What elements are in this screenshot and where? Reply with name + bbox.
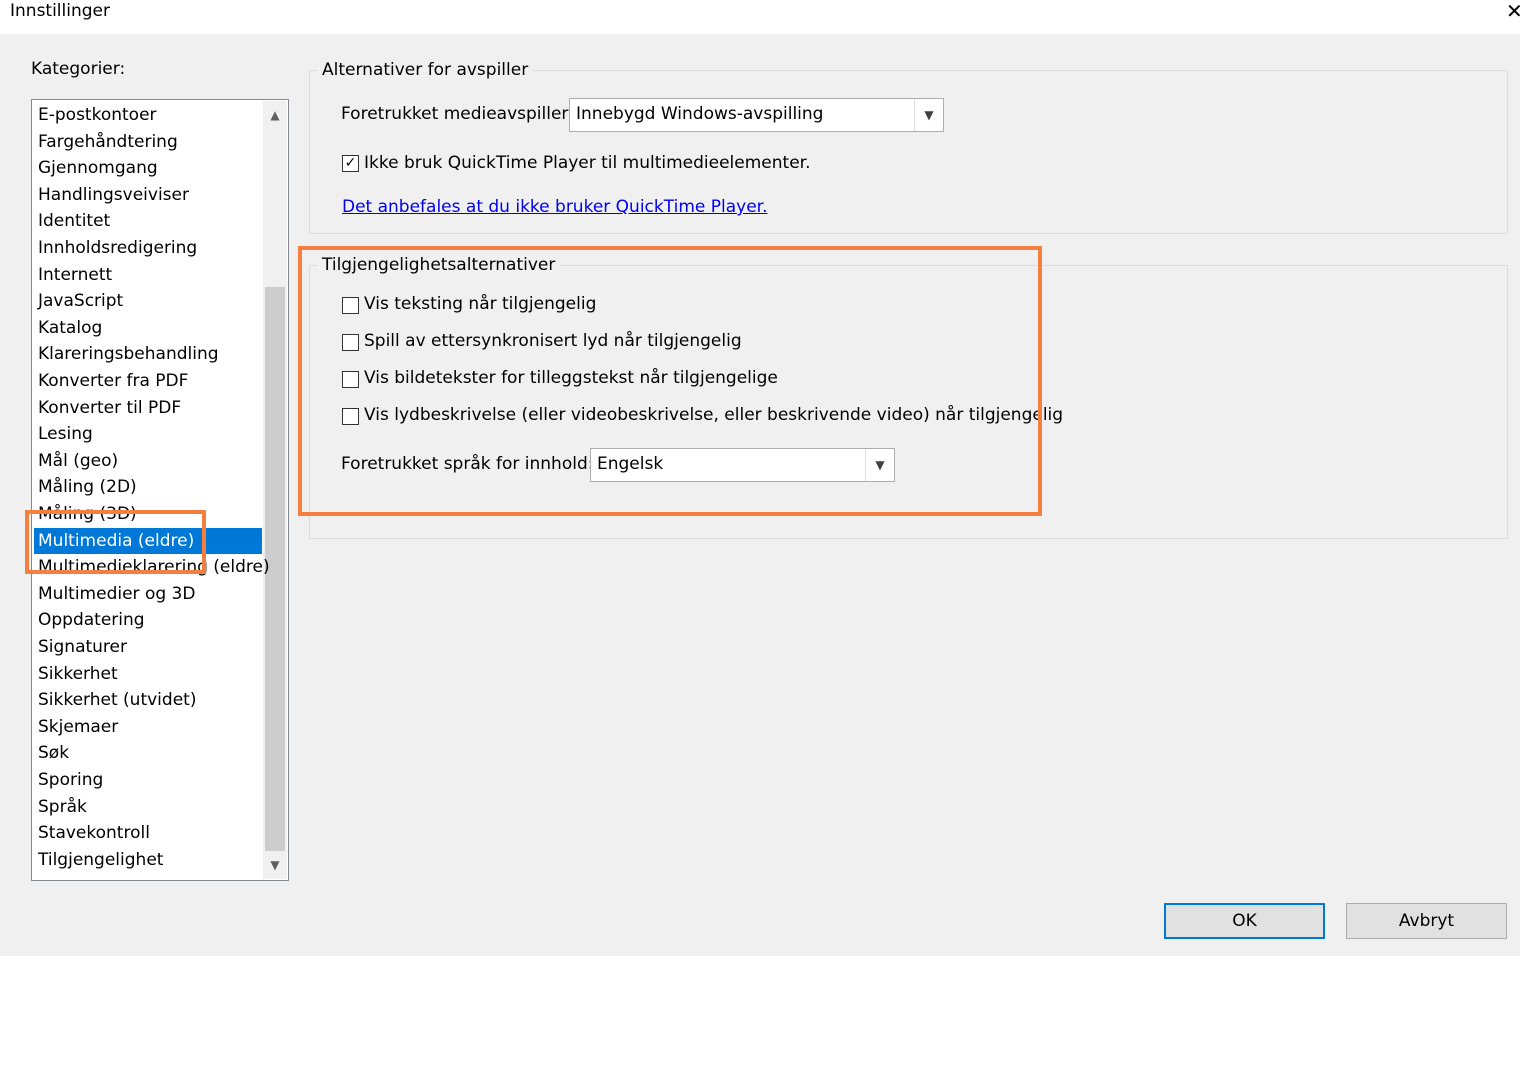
category-item[interactable]: Oppdatering: [34, 607, 262, 633]
category-item[interactable]: Konverter fra PDF: [34, 368, 262, 394]
categories-scrollbar[interactable]: ▲ ▼: [263, 101, 287, 879]
category-item[interactable]: Handlingsveiviser: [34, 182, 262, 208]
accessibility-options-title: Tilgjengelighetsalternativer: [318, 255, 560, 275]
dubbed-audio-label: Spill av ettersynkronisert lyd når tilgj…: [364, 331, 742, 351]
category-item[interactable]: Internett: [34, 262, 262, 288]
chevron-up-icon[interactable]: ▲: [263, 101, 287, 129]
categories-listbox[interactable]: ▲ ▼ E-postkontoer Fargehåndtering Gjennomg…: [31, 99, 289, 881]
category-item[interactable]: JavaScript: [34, 288, 262, 314]
subtitles-checkbox[interactable]: [342, 371, 359, 388]
chevron-down-icon[interactable]: ▼: [914, 99, 943, 131]
categories-label: Kategorier:: [31, 59, 126, 79]
content-language-select[interactable]: Engelsk ▼: [590, 448, 895, 482]
no-quicktime-checkbox[interactable]: ✓: [342, 155, 359, 172]
check-icon: ✓: [344, 155, 357, 171]
content-language-value: Engelsk: [597, 454, 664, 474]
window-title: Innstillinger: [10, 1, 110, 21]
category-item[interactable]: Måling (2D): [34, 474, 262, 500]
no-quicktime-label: Ikke bruk QuickTime Player til multimedi…: [364, 153, 811, 173]
category-item[interactable]: Konverter til PDF: [34, 395, 262, 421]
category-item[interactable]: Innholdsredigering: [34, 235, 262, 261]
category-item[interactable]: Lesing: [34, 421, 262, 447]
dubbed-audio-checkbox[interactable]: [342, 334, 359, 351]
quicktime-recommendation-link[interactable]: Det anbefales at du ikke bruker QuickTim…: [342, 197, 768, 217]
media-player-select[interactable]: Innebygd Windows-avspilling ▼: [569, 98, 944, 132]
category-item[interactable]: Sikkerhet (utvidet): [34, 687, 262, 713]
category-item[interactable]: Sporing: [34, 767, 262, 793]
media-player-label: Foretrukket medieavspiller:: [341, 104, 574, 124]
category-item[interactable]: Katalog: [34, 315, 262, 341]
category-item[interactable]: Språk: [34, 794, 262, 820]
category-item[interactable]: Fargehåndtering: [34, 129, 262, 155]
preferences-dialog: Kategorier: ▲ ▼ E-postkontoer Fargehåndte…: [0, 34, 1520, 956]
chevron-down-icon[interactable]: ▼: [865, 449, 894, 481]
category-item[interactable]: Klareringsbehandling: [34, 341, 262, 367]
media-player-value: Innebygd Windows-avspilling: [576, 104, 824, 124]
category-item[interactable]: Søk: [34, 740, 262, 766]
category-item[interactable]: Multimedia (eldre): [34, 527, 262, 554]
chevron-down-icon[interactable]: ▼: [263, 851, 287, 879]
title-bar: Innstillinger ✕: [0, 0, 1520, 34]
category-item[interactable]: Tilgjengelighet: [34, 847, 262, 873]
player-options-title: Alternativer for avspiller: [318, 60, 533, 80]
audio-description-label: Vis lydbeskrivelse (eller videobeskrivel…: [364, 405, 1064, 425]
category-item[interactable]: Mål (geo): [34, 448, 262, 474]
category-item[interactable]: Multimedieklarering (eldre): [34, 554, 270, 580]
close-icon[interactable]: ✕: [1506, 0, 1520, 22]
audio-description-checkbox[interactable]: [342, 408, 359, 425]
category-item[interactable]: Sikkerhet: [34, 661, 262, 687]
cancel-button[interactable]: Avbryt: [1346, 903, 1507, 939]
category-item[interactable]: Multimedier og 3D: [34, 581, 262, 607]
captions-checkbox[interactable]: [342, 297, 359, 314]
category-item[interactable]: Skjemaer: [34, 714, 262, 740]
subtitles-label: Vis bildetekster for tilleggstekst når t…: [364, 368, 778, 388]
category-item[interactable]: Stavekontroll: [34, 820, 262, 846]
category-item[interactable]: Gjennomgang: [34, 155, 262, 181]
ok-button[interactable]: OK: [1164, 903, 1325, 939]
category-item[interactable]: Måling (3D): [34, 501, 262, 527]
category-item[interactable]: Signaturer: [34, 634, 262, 660]
captions-label: Vis teksting når tilgjengelig: [364, 294, 597, 314]
content-language-label: Foretrukket språk for innhold:: [341, 454, 594, 474]
category-item[interactable]: Identitet: [34, 208, 262, 234]
category-item[interactable]: E-postkontoer: [34, 102, 262, 128]
